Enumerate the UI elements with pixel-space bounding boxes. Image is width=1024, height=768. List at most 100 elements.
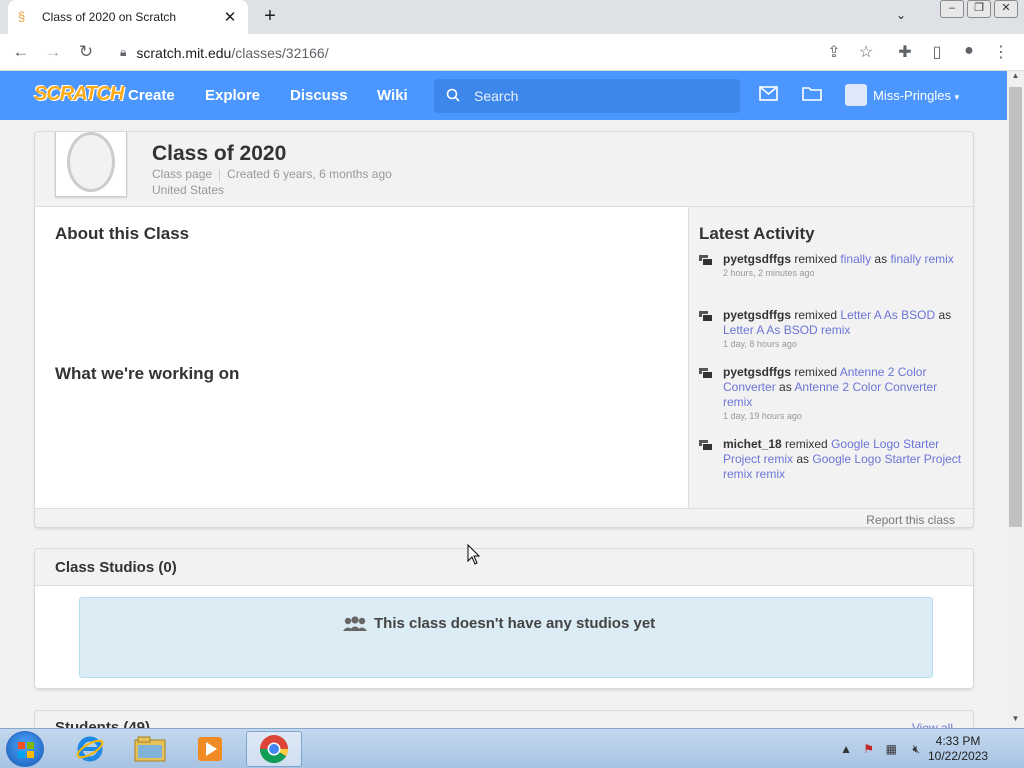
volume-muted-icon[interactable]: 🔇︎ <box>912 742 920 757</box>
nav-create[interactable]: Create <box>128 87 175 104</box>
clock[interactable]: 4:33 PM 10/22/2023 <box>928 734 988 764</box>
search-icon <box>446 88 460 105</box>
default-class-icon <box>67 132 115 192</box>
taskbar-explorer[interactable] <box>122 731 178 767</box>
latest-activity-panel: Latest Activity pyetgsdffgs remixed fina… <box>688 207 973 508</box>
chrome-icon <box>260 735 288 763</box>
scroll-up-arrow-icon[interactable]: ▲ <box>1007 71 1024 85</box>
nav-explore[interactable]: Explore <box>205 87 260 104</box>
activity-time: 1 day, 19 hours ago <box>723 411 802 421</box>
class-avatar <box>55 132 127 197</box>
empty-studios-message-box: This class doesn't have any studios yet <box>79 597 933 678</box>
scratch-logo[interactable]: SCRATCH <box>34 83 124 106</box>
start-button[interactable] <box>6 731 44 767</box>
remix-icon <box>699 368 713 379</box>
activity-item: pyetgsdffgs remixed Letter A As BSOD as … <box>699 308 965 349</box>
close-tab-icon[interactable]: ✕ <box>222 8 238 26</box>
bookmark-star-icon[interactable]: ☆ <box>855 42 877 62</box>
class-card: Class of 2020 Class page Created 6 years,… <box>34 131 974 528</box>
activity-user[interactable]: michet_18 <box>723 437 782 451</box>
class-card-footer: Report this class <box>35 508 973 527</box>
taskbar-media-player[interactable] <box>182 731 238 767</box>
activity-item: pyetgsdffgs remixed finally as finally r… <box>699 252 965 278</box>
extensions-icon[interactable]: ✚ <box>894 42 916 62</box>
mouse-cursor-icon <box>467 544 481 565</box>
browser-tabbar: § Class of 2020 on Scratch ✕ + ⌄ – ❐ ✕ <box>0 0 1024 34</box>
about-heading: About this Class <box>55 224 190 243</box>
menu-icon[interactable]: ⋮ <box>990 42 1012 62</box>
windows-logo-icon <box>18 742 34 758</box>
latest-activity-heading: Latest Activity <box>699 224 815 243</box>
class-type: Class page <box>152 167 213 181</box>
class-header: Class of 2020 Class page Created 6 years,… <box>35 132 973 207</box>
remix-icon <box>699 440 713 451</box>
activity-remix-link[interactable]: Letter A As BSOD remix <box>723 323 850 337</box>
report-class-link[interactable]: Report this class <box>866 513 955 527</box>
forward-icon[interactable]: → <box>42 42 64 62</box>
url-text: scratch.mit.edu/classes/32166/ <box>136 44 329 61</box>
class-created: Created 6 years, 6 months ago <box>227 167 392 181</box>
remix-icon <box>699 255 713 266</box>
folder-icon <box>134 736 166 762</box>
studios-heading: Class Studios (0) <box>55 559 177 576</box>
activity-item: michet_18 remixed Google Logo Starter Pr… <box>699 437 965 482</box>
search-input[interactable] <box>474 88 724 104</box>
media-player-icon <box>198 737 222 761</box>
browser-toolbar: ← → ↻ 🔒︎ scratch.mit.edu/classes/32166/ … <box>0 34 1024 71</box>
close-window-button[interactable]: ✕ <box>994 0 1018 18</box>
activity-time: 1 day, 8 hours ago <box>723 339 797 349</box>
class-country: United States <box>152 183 225 197</box>
activity-user[interactable]: pyetgsdffgs <box>723 365 791 379</box>
action-center-icon[interactable]: ⚑ <box>863 742 874 756</box>
working-on-heading: What we're working on <box>55 364 240 383</box>
tab-search-icon[interactable]: ⌄ <box>896 8 906 22</box>
scroll-down-arrow-icon[interactable]: ▼ <box>1007 714 1024 728</box>
class-studios-card: Class Studios (0) This class doesn't hav… <box>34 548 974 689</box>
studios-header: Class Studios (0) <box>35 549 973 586</box>
clock-date: 10/22/2023 <box>928 749 989 763</box>
back-icon[interactable]: ← <box>10 42 32 62</box>
messages-icon[interactable] <box>759 85 778 106</box>
restore-button[interactable]: ❐ <box>967 0 991 18</box>
browser-tab[interactable]: § Class of 2020 on Scratch ✕ <box>8 0 248 34</box>
internet-explorer-icon <box>76 736 104 762</box>
tab-title: Class of 2020 on Scratch <box>42 10 177 24</box>
class-meta: Class page Created 6 years, 6 months ago <box>152 167 392 181</box>
side-panel-icon[interactable]: ▯ <box>926 42 948 62</box>
class-title: Class of 2020 <box>152 142 287 165</box>
user-avatar[interactable] <box>845 84 867 106</box>
activity-user[interactable]: pyetgsdffgs <box>723 308 791 322</box>
show-hidden-icons-icon[interactable]: ▲ <box>840 742 852 756</box>
activity-user[interactable]: pyetgsdffgs <box>723 252 791 266</box>
activity-item: pyetgsdffgs remixed Antenne 2 Color Conv… <box>699 365 965 421</box>
scratch-search <box>434 79 740 113</box>
nav-discuss[interactable]: Discuss <box>290 87 348 104</box>
profile-icon[interactable]: ● <box>958 42 980 60</box>
taskbar-chrome[interactable] <box>246 731 302 767</box>
my-stuff-folder-icon[interactable] <box>802 85 822 106</box>
scroll-thumb[interactable] <box>1009 87 1022 527</box>
share-icon[interactable]: ⇪ <box>823 42 845 62</box>
window-controls: – ❐ ✕ <box>937 0 1018 18</box>
activity-remix-link[interactable]: finally remix <box>890 252 953 266</box>
activity-project-link[interactable]: Letter A As BSOD <box>840 308 935 322</box>
users-icon <box>342 616 368 632</box>
clock-time: 4:33 PM <box>935 734 981 748</box>
reload-icon[interactable]: ↻ <box>75 42 97 62</box>
username-menu[interactable]: Miss-Pringles ▾ <box>873 88 959 103</box>
scratch-navbar: SCRATCH Create Explore Discuss Wiki Miss… <box>0 71 1007 120</box>
remix-icon <box>699 311 713 322</box>
activity-time: 2 hours, 2 minutes ago <box>723 268 815 278</box>
empty-studios-text: This class doesn't have any studios yet <box>374 615 656 632</box>
windows-taskbar: ▲ ⚑ ▦ 🔇︎ 4:33 PM 10/22/2023 <box>0 728 1024 768</box>
activity-project-link[interactable]: finally <box>840 252 871 266</box>
vertical-scrollbar[interactable]: ▲ ▼ <box>1007 71 1024 728</box>
network-icon[interactable]: ▦ <box>886 742 897 756</box>
new-tab-button[interactable]: + <box>258 5 282 29</box>
caret-down-icon: ▾ <box>954 92 960 102</box>
nav-wiki[interactable]: Wiki <box>377 87 408 104</box>
lock-icon: 🔒︎ <box>120 45 127 59</box>
taskbar-ie[interactable] <box>62 731 118 767</box>
address-bar[interactable]: 🔒︎ scratch.mit.edu/classes/32166/ <box>110 38 886 67</box>
minimize-button[interactable]: – <box>940 0 964 18</box>
